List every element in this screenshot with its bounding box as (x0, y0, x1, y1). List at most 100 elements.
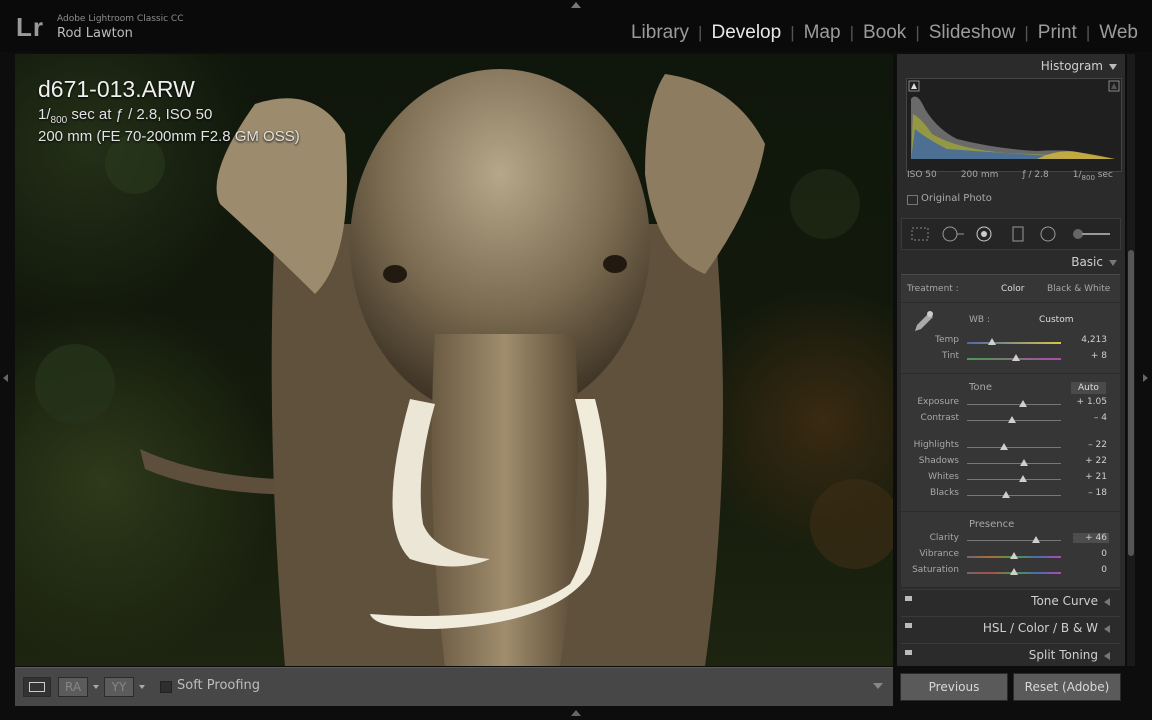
collapse-left-panel-icon[interactable] (3, 374, 8, 382)
clarity-value[interactable]: + 46 (1073, 533, 1109, 543)
module-separator: | (790, 23, 795, 42)
soft-proofing-checkbox[interactable] (160, 681, 172, 693)
collapse-right-panel-icon[interactable] (1143, 374, 1148, 382)
expand-split-toning-icon[interactable] (1104, 651, 1110, 660)
divider (901, 373, 1120, 374)
split-toning-title: Split Toning (1028, 648, 1098, 662)
temp-slider-track[interactable] (967, 342, 1061, 344)
exposure-value[interactable]: + 1.05 (1073, 397, 1107, 407)
histogram-graph[interactable] (906, 78, 1122, 172)
contrast-value[interactable]: – 4 (1073, 413, 1107, 423)
collapse-histogram-icon[interactable] (1109, 63, 1117, 70)
divider (901, 511, 1120, 512)
hsl-panel-header[interactable]: HSL / Color / B & W (901, 616, 1120, 639)
temp-value[interactable]: 4,213 (1073, 335, 1107, 345)
module-slideshow[interactable]: Slideshow (925, 22, 1020, 44)
toolbar-menu-icon[interactable] (873, 683, 883, 689)
module-separator: | (1024, 23, 1029, 42)
split-toning-panel-header[interactable]: Split Toning (901, 643, 1120, 666)
lens-info: 200 mm (FE 70-200mm F2.8 GM OSS) (38, 128, 300, 145)
clarity-slider-track[interactable] (967, 540, 1061, 541)
spot-removal-tool-icon[interactable] (940, 226, 966, 242)
tint-value[interactable]: + 8 (1073, 351, 1107, 361)
reset-button[interactable]: Reset (Adobe) (1013, 673, 1121, 701)
hsl-title: HSL / Color / B & W (982, 621, 1098, 635)
elephant-photo (35, 69, 893, 666)
swap-dropdown-icon[interactable] (139, 685, 145, 689)
bottom-toolbar: RA YY Soft Proofing (15, 667, 893, 706)
highlights-value[interactable]: – 22 (1073, 440, 1107, 450)
file-name: d671-013.ARW (38, 76, 195, 102)
wb-label: WB : (969, 315, 990, 325)
vibrance-slider-thumb[interactable] (1010, 552, 1018, 559)
basic-panel: Treatment : Color Black & White WB : Cus… (901, 274, 1120, 587)
exposure-slider-thumb[interactable] (1019, 400, 1028, 407)
histogram-header[interactable]: Histogram (1041, 59, 1117, 73)
vibrance-value[interactable]: 0 (1073, 549, 1107, 559)
basic-header[interactable]: Basic (1071, 255, 1117, 269)
shadows-slider-track[interactable] (967, 463, 1061, 464)
highlights-slider-track[interactable] (967, 447, 1061, 448)
treatment-label: Treatment : (907, 284, 959, 294)
red-eye-tool-icon[interactable] (974, 226, 994, 242)
panel-scrollbar-thumb[interactable] (1128, 250, 1134, 556)
shadows-value[interactable]: + 22 (1073, 456, 1107, 466)
split-toning-switch-icon[interactable] (905, 650, 912, 655)
collapse-filmstrip-icon[interactable] (571, 710, 581, 716)
clarity-label: Clarity (929, 533, 959, 543)
hsl-switch-icon[interactable] (905, 623, 912, 628)
wb-preset-select[interactable]: Custom (1039, 315, 1073, 325)
app-logo: Lr (16, 12, 44, 42)
original-photo-checkbox[interactable] (907, 195, 918, 205)
original-photo-label: Original Photo (921, 193, 992, 204)
blacks-value[interactable]: – 18 (1073, 488, 1107, 498)
before-after-dropdown-icon[interactable] (93, 685, 99, 689)
shadows-slider-thumb[interactable] (1020, 459, 1029, 466)
module-develop[interactable]: Develop (707, 22, 785, 44)
shutter-denominator: 800 (1081, 173, 1095, 182)
tint-slider-thumb[interactable] (1011, 354, 1020, 361)
previous-button[interactable]: Previous (900, 673, 1008, 701)
crop-tool-icon[interactable] (910, 226, 930, 242)
expand-tone-curve-icon[interactable] (1104, 597, 1110, 606)
highlights-slider-thumb[interactable] (999, 443, 1008, 450)
whites-slider-thumb[interactable] (1019, 475, 1028, 482)
loupe-view-button[interactable] (23, 677, 51, 697)
treatment-color-option[interactable]: Color (1001, 284, 1025, 294)
whites-value[interactable]: + 21 (1073, 472, 1107, 482)
clarity-slider-thumb[interactable] (1031, 536, 1040, 543)
module-library[interactable]: Library (627, 22, 693, 44)
iso-label: ISO 50 (907, 170, 937, 180)
exposure-denominator: 800 (50, 115, 68, 126)
photo-canvas[interactable]: d671-013.ARW 1/800 sec at ƒ / 2.8, ISO 5… (15, 54, 893, 666)
tone-curve-panel-header[interactable]: Tone Curve (901, 589, 1120, 612)
before-after-button[interactable]: RA (58, 677, 88, 697)
collapse-basic-icon[interactable] (1109, 259, 1117, 266)
presence-group-label: Presence (969, 519, 1015, 530)
saturation-slider-thumb[interactable] (1010, 568, 1018, 575)
contrast-slider-thumb[interactable] (1008, 416, 1017, 423)
collapse-top-panel-icon[interactable] (571, 2, 581, 8)
treatment-bw-option[interactable]: Black & White (1047, 284, 1110, 294)
expand-hsl-icon[interactable] (1104, 624, 1110, 633)
divider (901, 302, 1120, 303)
auto-tone-button[interactable]: Auto (1071, 382, 1106, 394)
module-map[interactable]: Map (800, 22, 845, 44)
graduated-filter-icon[interactable] (1008, 226, 1028, 242)
exposure-slider-track[interactable] (967, 404, 1061, 405)
module-book[interactable]: Book (859, 22, 910, 44)
right-panel: Histogram ISO 50 200 mm ƒ / 2.8 1/800 se… (897, 54, 1125, 666)
tone-curve-switch-icon[interactable] (905, 596, 912, 601)
blacks-slider-thumb[interactable] (1001, 491, 1010, 498)
saturation-value[interactable]: 0 (1073, 565, 1107, 575)
module-print[interactable]: Print (1034, 22, 1081, 44)
temp-slider-thumb[interactable] (988, 338, 997, 345)
adjustment-brush-icon[interactable] (1070, 226, 1112, 242)
whites-slider-track[interactable] (967, 479, 1061, 480)
exposure-info: 1/800 sec at ƒ / 2.8, ISO 50 (38, 106, 300, 126)
module-web[interactable]: Web (1095, 22, 1142, 44)
blacks-slider-track[interactable] (967, 495, 1061, 496)
radial-filter-icon[interactable] (1038, 226, 1058, 242)
before-after-swap-button[interactable]: YY (104, 677, 134, 697)
wb-eyedropper-icon[interactable] (909, 309, 935, 335)
